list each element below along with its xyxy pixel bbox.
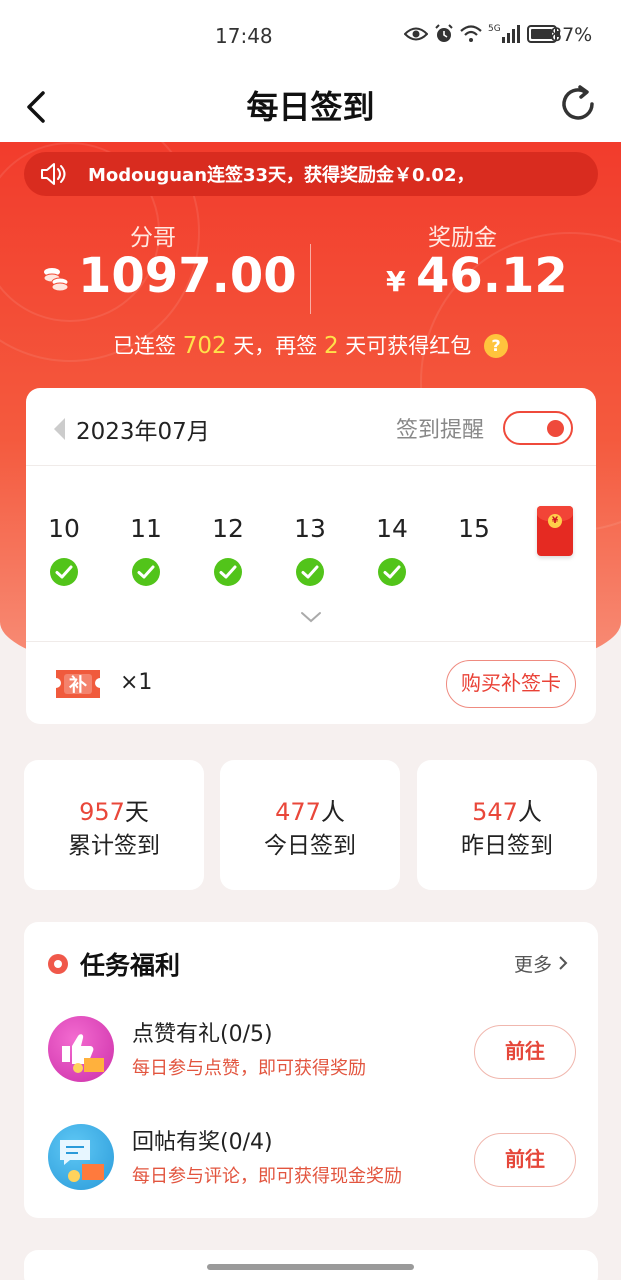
summary-unit: 人 — [517, 798, 542, 826]
calendar-day[interactable]: 13 — [280, 514, 340, 587]
more-label: 更多 — [514, 954, 553, 976]
summary-value: 547人 — [417, 792, 597, 827]
day-number: 10 — [48, 514, 80, 543]
calendar-day[interactable]: 11 — [116, 514, 176, 587]
check-icon — [50, 558, 78, 586]
signal-icon — [501, 25, 520, 43]
calendar-day[interactable]: 14 — [362, 514, 422, 587]
day-number: 14 — [376, 514, 408, 543]
task-name: 点赞有礼(0/5) — [132, 1022, 273, 1047]
streak-remaining: 2 — [323, 333, 339, 359]
calendar-day[interactable]: 15 — [444, 514, 504, 543]
reward-currency: ¥ — [386, 265, 406, 298]
summary-unit: 天 — [124, 798, 149, 826]
toggle-knob — [547, 420, 564, 437]
announcement-ticker[interactable]: Modouguan连签33天，获得奖励金￥0.02， — [24, 152, 598, 196]
streak-info: 已连签 702 天，再签 2 天可获得红包 ? — [0, 330, 621, 360]
speaker-icon — [41, 163, 66, 185]
summary-label: 累计签到 — [68, 833, 160, 859]
section-dot-icon — [48, 954, 68, 974]
day-number: 11 — [130, 514, 162, 543]
month-row: 2023年07月 签到提醒 — [26, 388, 596, 466]
summary-card: 477人今日签到 — [220, 760, 400, 890]
network-label: 5G — [488, 24, 501, 34]
buy-makeup-card-button[interactable]: 购买补签卡 — [446, 660, 576, 708]
eye-icon — [404, 27, 428, 41]
status-icons: 5G — [404, 24, 561, 44]
streak-days: 702 — [182, 333, 227, 359]
summary-value: 957天 — [24, 792, 204, 827]
status-time: 17:48 — [215, 24, 273, 48]
summary-card: 547人昨日签到 — [417, 760, 597, 890]
task-section-title: 任务福利 — [80, 951, 181, 980]
streak-prefix: 已连签 — [113, 334, 176, 358]
expand-chevron-icon[interactable] — [300, 610, 322, 624]
calendar-divider — [26, 641, 596, 642]
red-packet-coin: ¥ — [548, 514, 562, 528]
streak-suffix: 天可获得红包 — [345, 334, 472, 358]
makeup-card-glyph: 补 — [68, 674, 87, 696]
summary-unit: 人 — [320, 798, 345, 826]
day-number: 15 — [458, 514, 490, 543]
task-card: 任务福利 更多 点赞有礼(0/5) 每日参与点赞，即可获得奖励 前往 回帖有奖(… — [24, 922, 598, 1218]
check-icon — [378, 558, 406, 586]
day-number: 12 — [212, 514, 244, 543]
summary-value: 477人 — [220, 792, 400, 827]
calendar-card: 2023年07月 签到提醒 10 11 12 13 14 15 ¥ 补 ×1 购买补签卡 — [26, 388, 596, 724]
summary-label: 今日签到 — [264, 833, 356, 859]
summary-number: 957 — [79, 798, 125, 826]
gesture-nav-handle[interactable] — [207, 1264, 414, 1270]
reminder-label: 签到提醒 — [396, 418, 485, 443]
reward-label: 奖励金 — [428, 225, 497, 251]
stats-divider — [310, 244, 311, 314]
task-go-button[interactable]: 前往 — [474, 1025, 576, 1079]
task-name: 回帖有奖(0/4) — [132, 1130, 273, 1155]
ticker-text: Modouguan连签33天，获得奖励金￥0.02， — [88, 165, 475, 186]
check-icon — [214, 558, 242, 586]
coins-icon — [43, 268, 69, 292]
page-title: 每日签到 — [246, 88, 375, 126]
summary-label: 昨日签到 — [461, 833, 553, 859]
refresh-icon — [562, 85, 594, 120]
status-bar: 17:48 5G 87% — [0, 0, 621, 72]
makeup-card-icon: 补 — [54, 664, 102, 708]
calendar-day[interactable]: 12 — [198, 514, 258, 587]
makeup-card-count: ×1 — [120, 670, 153, 695]
prev-month-icon[interactable] — [54, 418, 65, 440]
red-packet-icon[interactable]: ¥ — [537, 506, 573, 556]
check-icon — [132, 558, 160, 586]
summary-number: 547 — [472, 798, 518, 826]
more-link[interactable]: 更多 — [514, 950, 568, 977]
reminder-toggle[interactable] — [503, 411, 573, 445]
month-label: 2023年07月 — [76, 419, 210, 445]
task-desc: 每日参与评论，即可获得现金奖励 — [132, 1166, 402, 1187]
calendar-day[interactable]: 10 — [34, 514, 94, 587]
task-desc: 每日参与点赞，即可获得奖励 — [132, 1058, 366, 1079]
help-icon[interactable]: ? — [483, 334, 508, 358]
alarm-icon — [435, 24, 453, 42]
summary-card: 957天累计签到 — [24, 760, 204, 890]
task-go-button[interactable]: 前往 — [474, 1133, 576, 1187]
chevron-right-icon — [559, 956, 568, 970]
check-icon — [296, 558, 324, 586]
refresh-button[interactable] — [556, 82, 602, 128]
reward-value: 46.12 — [416, 248, 568, 304]
points-label: 分哥 — [130, 225, 176, 251]
battery-percent: 87% — [550, 24, 593, 46]
comment-gift-icon — [48, 1124, 114, 1190]
summary-number: 477 — [275, 798, 321, 826]
title-bar: 每日签到 — [0, 72, 621, 142]
wifi-icon — [460, 25, 482, 42]
streak-middle: 天，再签 — [233, 334, 318, 358]
points-value: 1097.00 — [78, 248, 297, 304]
day-number: 13 — [294, 514, 326, 543]
thumbs-up-gift-icon — [48, 1016, 114, 1082]
